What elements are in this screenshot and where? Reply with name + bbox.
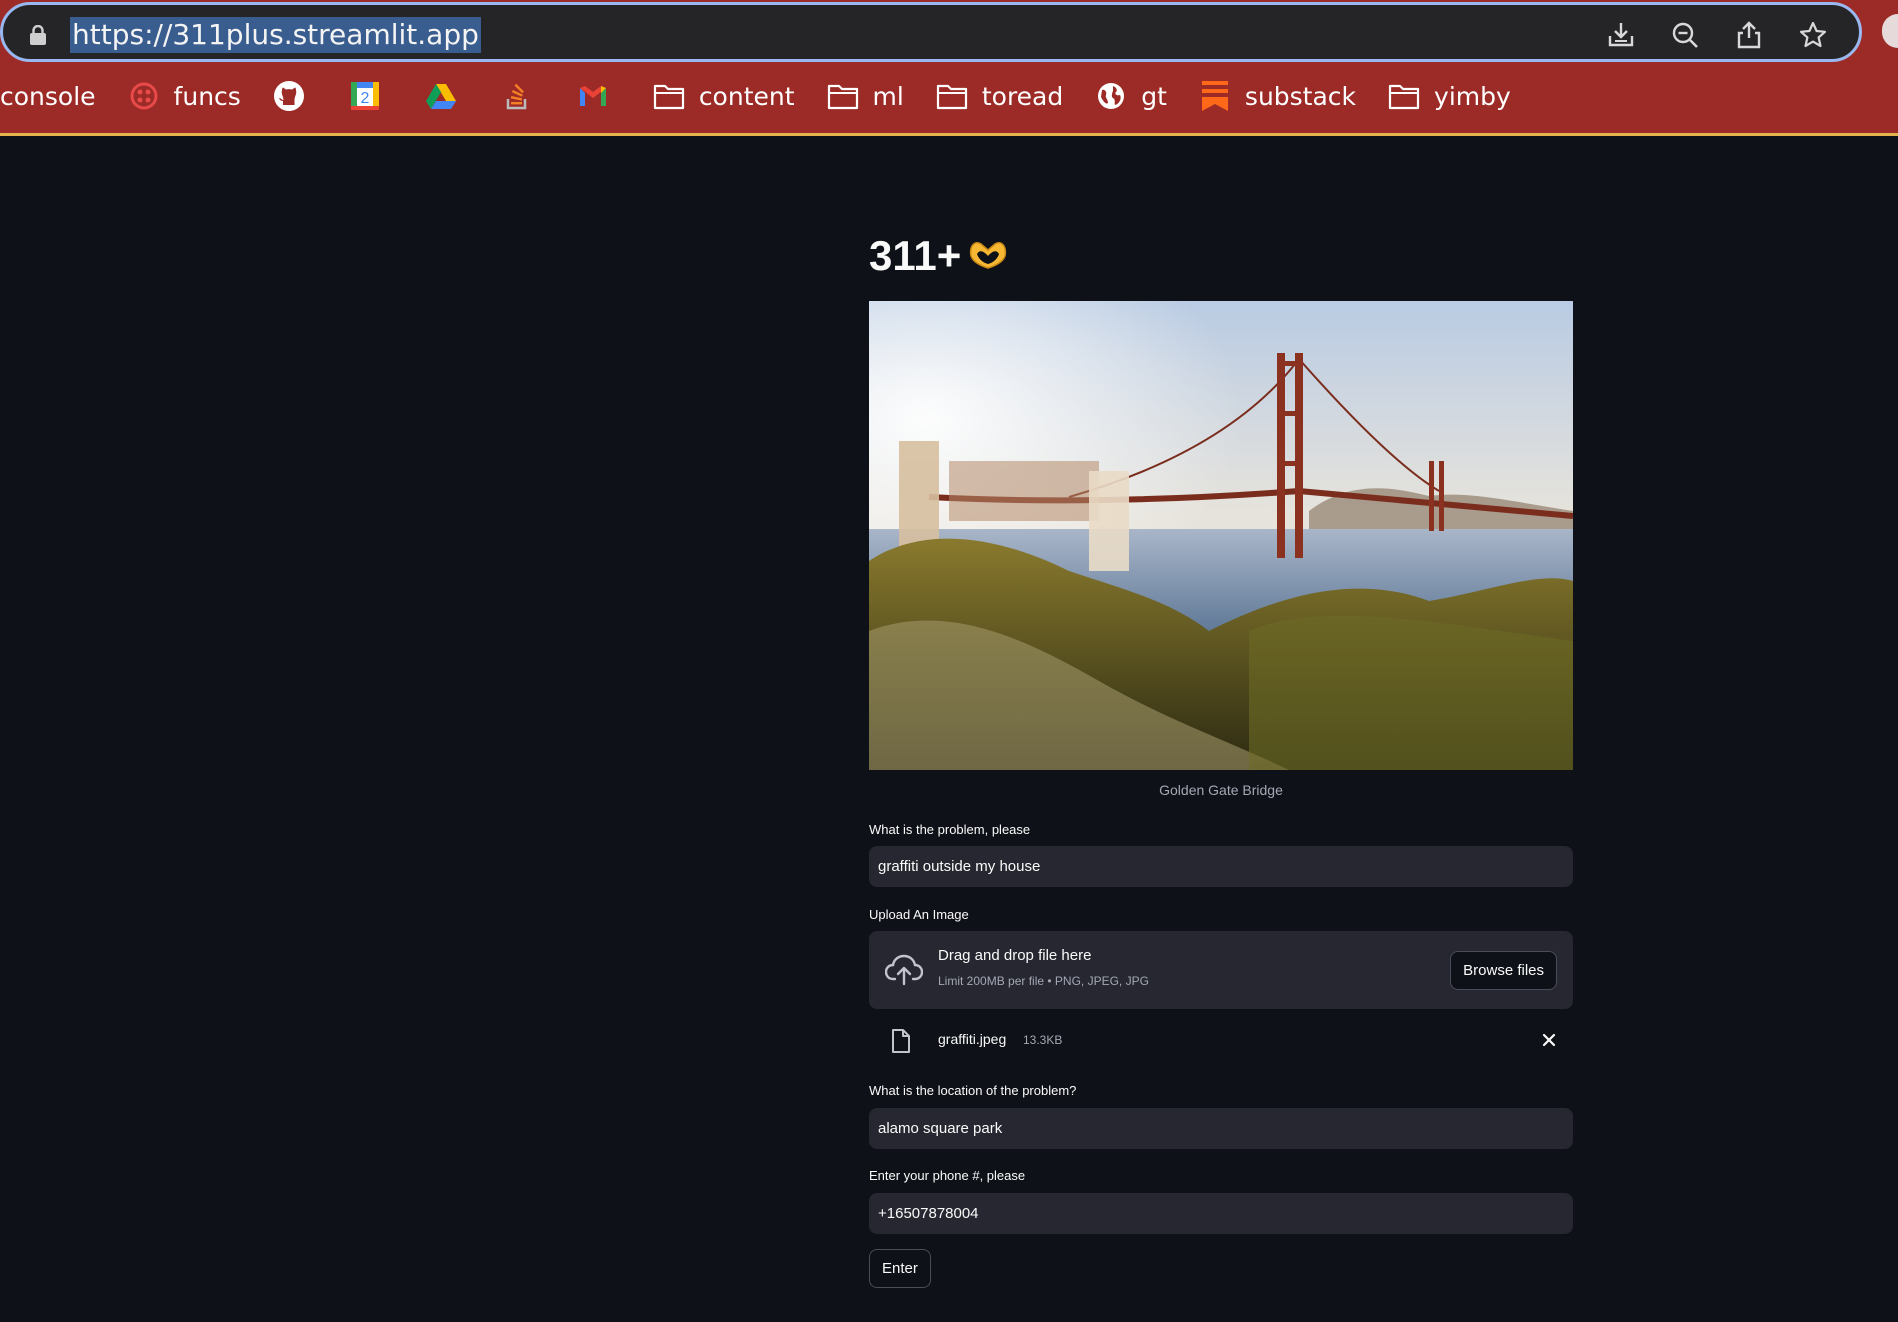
dropzone-hint: Limit 200MB per file • PNG, JPEG, JPG [938, 974, 1149, 988]
bookmarks-bar: console funcs 2 content ml toread gt sub… [0, 76, 1543, 116]
enter-button[interactable]: Enter [869, 1249, 931, 1288]
share-icon[interactable] [1733, 19, 1765, 51]
problem-label: What is the problem, please [869, 822, 1031, 837]
uploaded-file-row: graffiti.jpeg 13.3KB [869, 1020, 1573, 1060]
bookmark-drive[interactable] [425, 80, 471, 112]
page-title-text: 311+ [869, 232, 962, 279]
bookmark-gt[interactable]: gt [1095, 80, 1167, 112]
problem-input[interactable]: graffiti outside my house [869, 846, 1573, 887]
bookmark-gmail[interactable] [577, 80, 623, 112]
location-label: What is the location of the problem? [869, 1083, 1077, 1098]
bookmark-toread[interactable]: toread [936, 80, 1063, 112]
zoom-icon[interactable] [1669, 19, 1701, 51]
browse-files-button[interactable]: Browse files [1450, 951, 1557, 990]
folder-icon [936, 80, 968, 112]
uploaded-file-name: graffiti.jpeg [938, 1031, 1007, 1047]
substack-icon [1199, 80, 1231, 112]
bookmark-console[interactable]: console [0, 82, 96, 111]
bookmark-substack[interactable]: substack [1199, 80, 1356, 112]
url-text[interactable]: https://311plus.streamlit.app [70, 17, 481, 53]
bookmark-ml[interactable]: ml [827, 80, 904, 112]
folder-icon [1388, 80, 1420, 112]
bookmark-yimby[interactable]: yimby [1388, 80, 1511, 112]
file-icon [892, 1029, 910, 1053]
bookmark-stackoverflow[interactable] [501, 80, 547, 112]
download-icon[interactable] [1605, 19, 1637, 51]
profile-icon[interactable] [1882, 14, 1898, 48]
github-icon [273, 80, 305, 112]
gmail-icon [577, 80, 609, 112]
calendar-icon: 2 [349, 80, 381, 112]
page-title: 311+ [869, 232, 1011, 280]
uploaded-file-size: 13.3KB [1023, 1033, 1063, 1047]
folder-icon [827, 80, 859, 112]
file-dropzone[interactable]: Drag and drop file here Limit 200MB per … [869, 931, 1573, 1009]
golden-gate-bridge-image [869, 301, 1573, 770]
bookmark-calendar[interactable]: 2 [349, 80, 395, 112]
address-bar[interactable]: https://311plus.streamlit.app [0, 2, 1862, 62]
upload-label: Upload An Image [869, 907, 969, 922]
drive-icon [425, 80, 457, 112]
image-caption: Golden Gate Bridge [1159, 782, 1283, 798]
svg-text:2: 2 [360, 90, 369, 107]
cloud-upload-icon [885, 954, 923, 986]
dropzone-title: Drag and drop file here [938, 947, 1092, 964]
lock-icon [30, 25, 46, 45]
twilio-icon [128, 80, 160, 112]
globe-icon [1095, 80, 1127, 112]
heart-hands-icon [970, 242, 1007, 269]
phone-label: Enter your phone #, please [869, 1168, 1026, 1183]
folder-icon [653, 80, 685, 112]
bookmark-github[interactable] [273, 80, 319, 112]
location-input[interactable]: alamo square park [869, 1108, 1573, 1149]
stackoverflow-icon [501, 80, 533, 112]
bookmark-content[interactable]: content [653, 80, 795, 112]
browser-chrome: https://311plus.streamlit.app console fu… [0, 0, 1898, 136]
phone-input[interactable]: +16507878004 [869, 1193, 1573, 1234]
chrome-divider [0, 133, 1898, 136]
close-icon[interactable] [1539, 1030, 1559, 1050]
bookmark-star-icon[interactable] [1797, 19, 1829, 51]
bookmark-funcs[interactable]: funcs [128, 80, 241, 112]
